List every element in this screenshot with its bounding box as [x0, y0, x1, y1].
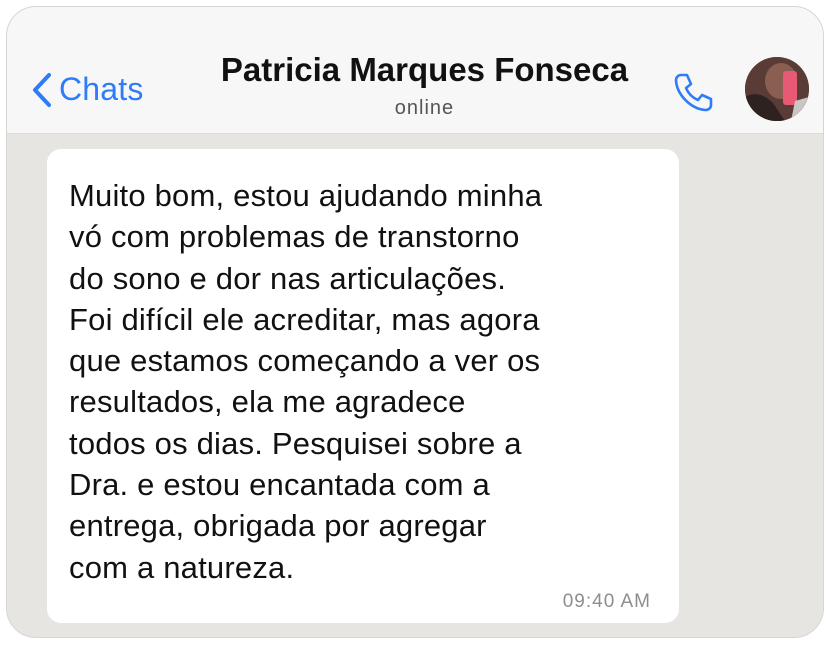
back-button-label: Chats: [59, 71, 144, 107]
chat-header: Chats Patricia Marques Fonseca online: [7, 7, 823, 134]
contact-status: online: [394, 97, 455, 119]
contact-name[interactable]: Patricia Marques Fonseca: [157, 51, 692, 89]
message-time: 09:40 AM: [562, 591, 651, 612]
avatar[interactable]: [745, 57, 809, 121]
message-text: Muito bom, estou ajudando minha vó com p…: [69, 178, 543, 585]
chat-window: Chats Patricia Marques Fonseca online Mu…: [6, 6, 824, 638]
phone-icon[interactable]: [669, 69, 717, 117]
chevron-left-icon: [33, 72, 51, 107]
message-bubble: Muito bom, estou ajudando minha vó com p…: [47, 149, 679, 623]
back-button[interactable]: Chats: [31, 71, 144, 108]
